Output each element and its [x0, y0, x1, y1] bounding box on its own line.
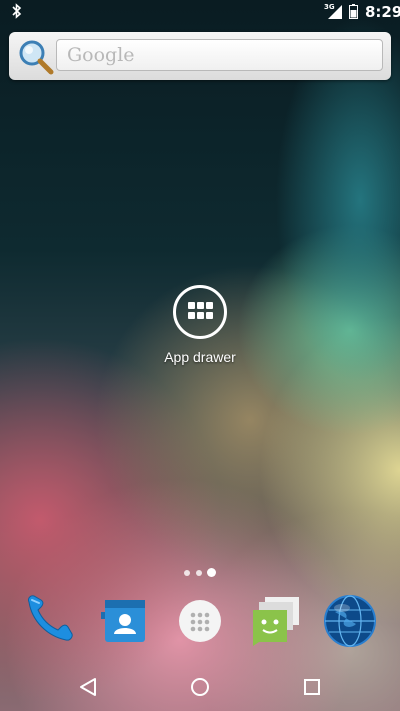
grid-dot: [206, 312, 213, 319]
dock-phone[interactable]: [19, 590, 79, 652]
grid-dot: [188, 302, 195, 309]
grid-dot: [197, 312, 204, 319]
recents-icon[interactable]: [298, 673, 326, 701]
battery-icon: [349, 4, 358, 19]
dock-browser[interactable]: [320, 590, 380, 652]
app-drawer-label: App drawer: [164, 349, 236, 365]
clock: 8:29: [365, 3, 400, 21]
phone-icon[interactable]: [19, 590, 79, 652]
dock-messaging[interactable]: [245, 590, 305, 652]
home-icon[interactable]: [186, 673, 214, 701]
page-dot: [196, 570, 202, 576]
bluetooth-icon: [12, 3, 22, 19]
status-bar: 3G 8:29: [0, 0, 400, 24]
contacts-icon[interactable]: [95, 590, 155, 652]
app-drawer-shortcut[interactable]: App drawer: [164, 285, 236, 365]
all-apps-icon[interactable]: [170, 590, 230, 652]
grid-dot: [188, 312, 195, 319]
page-dot-active: [207, 568, 216, 577]
dock-all-apps[interactable]: [170, 590, 230, 652]
magnifier-icon[interactable]: [15, 37, 55, 77]
navigation-bar: [0, 660, 400, 711]
messaging-icon[interactable]: [245, 590, 305, 652]
google-search-widget[interactable]: Google: [9, 32, 391, 80]
browser-globe-icon[interactable]: [320, 590, 380, 652]
grid-dot: [197, 302, 204, 309]
back-icon[interactable]: [74, 673, 102, 701]
search-input[interactable]: Google: [56, 39, 383, 71]
cell-signal-icon: [328, 5, 342, 19]
dock-contacts[interactable]: [95, 590, 155, 652]
page-indicator: [184, 568, 218, 578]
page-dot: [184, 570, 190, 576]
grid-dot: [206, 302, 213, 309]
dock: [0, 590, 400, 654]
app-drawer-icon[interactable]: [173, 285, 227, 339]
